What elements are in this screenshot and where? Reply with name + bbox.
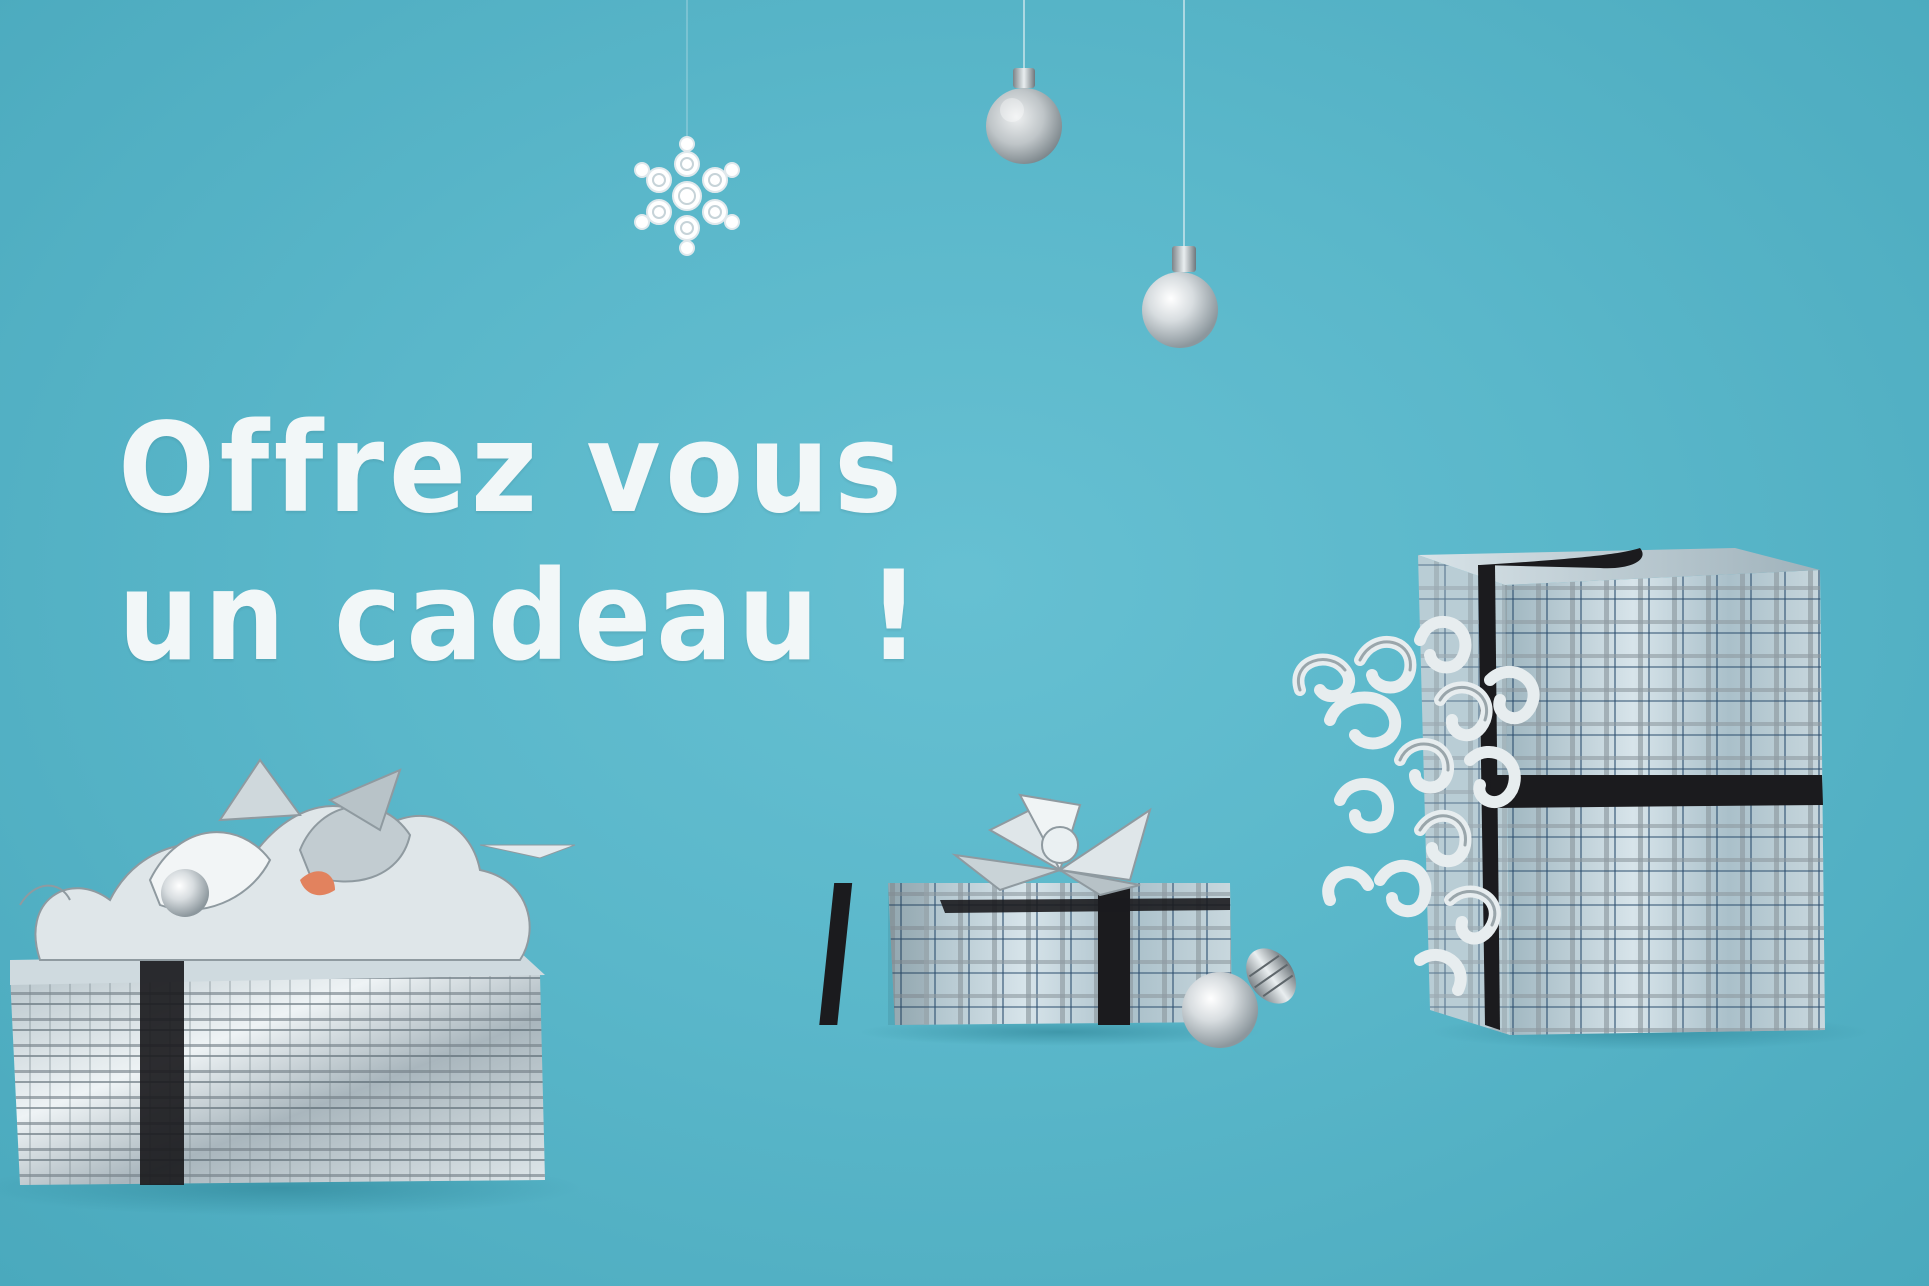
headline: Offrez vous un cadeau ! [118, 395, 924, 691]
foil-gift-box [0, 758, 580, 1216]
matte-ball-ornament-icon [1142, 246, 1218, 348]
headline-line-1: Offrez vous [118, 397, 907, 541]
glitter-ball-ornament-icon [986, 68, 1062, 164]
headline-line-2: un cadeau ! [118, 545, 925, 689]
tall-gift-box [1292, 548, 1870, 1050]
snowflake-ornament-icon [634, 136, 740, 256]
photo-scene: Offrez vous un cadeau ! [0, 0, 1929, 1286]
